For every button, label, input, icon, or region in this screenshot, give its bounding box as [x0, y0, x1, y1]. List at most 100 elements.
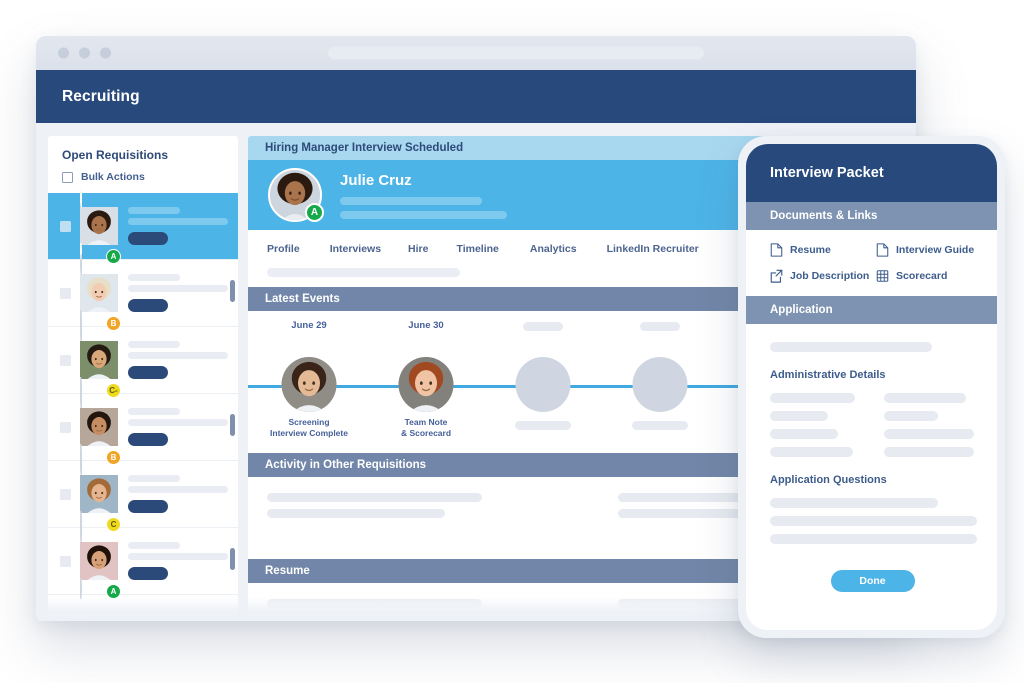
placeholder-line — [883, 447, 974, 457]
document-link-label: Interview Guide — [896, 244, 975, 256]
bulk-actions-row[interactable]: Bulk Actions — [62, 171, 224, 183]
placeholder-line — [128, 486, 228, 493]
row-placeholder-lines — [128, 475, 228, 513]
placeholder-line — [515, 421, 571, 430]
tab-content-placeholder — [267, 268, 460, 277]
placeholder-line — [128, 408, 180, 415]
document-link-resume[interactable]: Resume — [770, 243, 876, 257]
document-link-interview-guide[interactable]: Interview Guide — [876, 243, 997, 257]
status-pill — [128, 299, 168, 312]
placeholder-line — [128, 274, 180, 281]
document-icon — [770, 243, 783, 257]
requisition-row[interactable]: A — [48, 522, 238, 599]
timeline-event-caption: Screening Interview Complete — [270, 417, 348, 439]
sidebar-header: Open Requisitions Bulk Actions — [48, 136, 238, 193]
requisition-list[interactable]: A B C- B C A — [48, 187, 238, 599]
placeholder-line — [128, 419, 228, 426]
placeholder-line — [770, 411, 828, 421]
row-checkbox[interactable] — [60, 555, 71, 567]
timeline-event-date: June 29 — [291, 320, 327, 331]
document-link-label: Resume — [790, 244, 831, 256]
avatar-wrap: B — [80, 254, 121, 331]
avatar-wrap: A — [80, 522, 121, 599]
placeholder-line — [340, 196, 482, 205]
avatar-wrap: A — [80, 187, 121, 264]
done-button[interactable]: Done — [830, 570, 915, 592]
requisition-row[interactable]: C — [48, 455, 238, 532]
documents-links-list[interactable]: Resume Interview Guide Job Description Scor… — [746, 230, 997, 296]
placeholder-line — [883, 393, 966, 403]
screenshot-stage: Recruiting Open Requisitions Bulk Action… — [0, 0, 1024, 683]
requisition-row[interactable]: B — [48, 254, 238, 331]
row-checkbox[interactable] — [60, 354, 71, 366]
tab-timeline[interactable]: Timeline — [456, 243, 498, 255]
timeline-event[interactable]: June 29 Screening Interview Complete — [270, 311, 348, 453]
status-pill — [128, 232, 168, 245]
scroll-indicator[interactable] — [230, 280, 235, 302]
placeholder-line — [770, 498, 938, 508]
tab-profile[interactable]: Profile — [267, 243, 300, 255]
grid-table-icon — [876, 269, 889, 283]
candidate-meta-placeholder — [340, 196, 507, 219]
requisition-row[interactable]: A — [48, 187, 238, 264]
avatar-wrap: C — [80, 455, 121, 532]
tab-analytics[interactable]: Analytics — [530, 243, 577, 255]
status-pill — [128, 567, 168, 580]
documents-section-header: Documents & Links — [746, 202, 997, 230]
interview-packet-header: Interview Packet — [746, 144, 997, 202]
minimize-dot[interactable] — [79, 47, 90, 59]
tab-linkedin-recruiter[interactable]: LinkedIn Recruiter — [607, 243, 699, 255]
interview-packet-title: Interview Packet — [770, 165, 884, 181]
document-link-job-description[interactable]: Job Description — [770, 269, 876, 283]
candidate-name: Julie Cruz — [340, 171, 412, 189]
status-pill — [128, 500, 168, 513]
placeholder-line — [883, 429, 974, 439]
administrative-details-label: Administrative Details — [770, 369, 886, 381]
row-checkbox[interactable] — [60, 488, 71, 500]
scroll-indicator[interactable] — [230, 414, 235, 436]
tab-hire[interactable]: Hire — [408, 243, 428, 255]
tab-interviews[interactable]: Interviews — [330, 243, 381, 255]
placeholder-line — [632, 421, 688, 430]
row-checkbox[interactable] — [60, 421, 71, 433]
scroll-indicator[interactable] — [230, 548, 235, 570]
timeline-event[interactable] — [514, 311, 572, 453]
requisition-row[interactable]: B — [48, 388, 238, 465]
timeline-event-avatar — [398, 357, 454, 412]
bulk-actions-checkbox[interactable] — [62, 171, 73, 183]
avatar-wrap: B — [80, 388, 121, 465]
row-placeholder-lines — [128, 341, 228, 379]
document-link-label: Scorecard — [896, 270, 948, 282]
document-link-scorecard[interactable]: Scorecard — [876, 269, 997, 283]
bulk-actions-label: Bulk Actions — [81, 171, 145, 183]
placeholder-line — [523, 322, 563, 331]
application-questions-fields — [770, 498, 977, 544]
row-checkbox[interactable] — [60, 287, 71, 299]
administrative-details-fields — [770, 393, 975, 457]
placeholder-line — [770, 534, 977, 544]
maximize-dot[interactable] — [100, 47, 111, 59]
placeholder-line — [770, 342, 932, 352]
requisition-row[interactable]: C- — [48, 321, 238, 398]
browser-chrome — [36, 36, 916, 70]
address-bar[interactable] — [328, 46, 704, 60]
row-checkbox[interactable] — [60, 220, 71, 232]
placeholder-line — [128, 553, 228, 560]
window-controls — [58, 47, 111, 59]
timeline-event[interactable]: June 30 Team Note & Scorecard — [397, 311, 455, 453]
interview-packet-panel: Interview Packet Documents & Links Resum… — [738, 136, 1005, 638]
placeholder-line — [883, 411, 938, 421]
placeholder-line — [640, 322, 680, 331]
sidebar-title: Open Requisitions — [62, 148, 169, 162]
placeholder-line — [128, 285, 228, 292]
row-placeholder-lines — [128, 542, 228, 580]
placeholder-line — [770, 516, 977, 526]
app-header: Recruiting — [36, 70, 916, 123]
row-placeholder-lines — [128, 408, 228, 446]
close-dot[interactable] — [58, 47, 69, 59]
placeholder-line — [128, 341, 180, 348]
timeline-event[interactable] — [631, 311, 689, 453]
open-requisitions-sidebar: Open Requisitions Bulk Actions A B C- B C A — [48, 136, 238, 621]
placeholder-line — [770, 429, 838, 439]
app-title: Recruiting — [62, 87, 140, 105]
